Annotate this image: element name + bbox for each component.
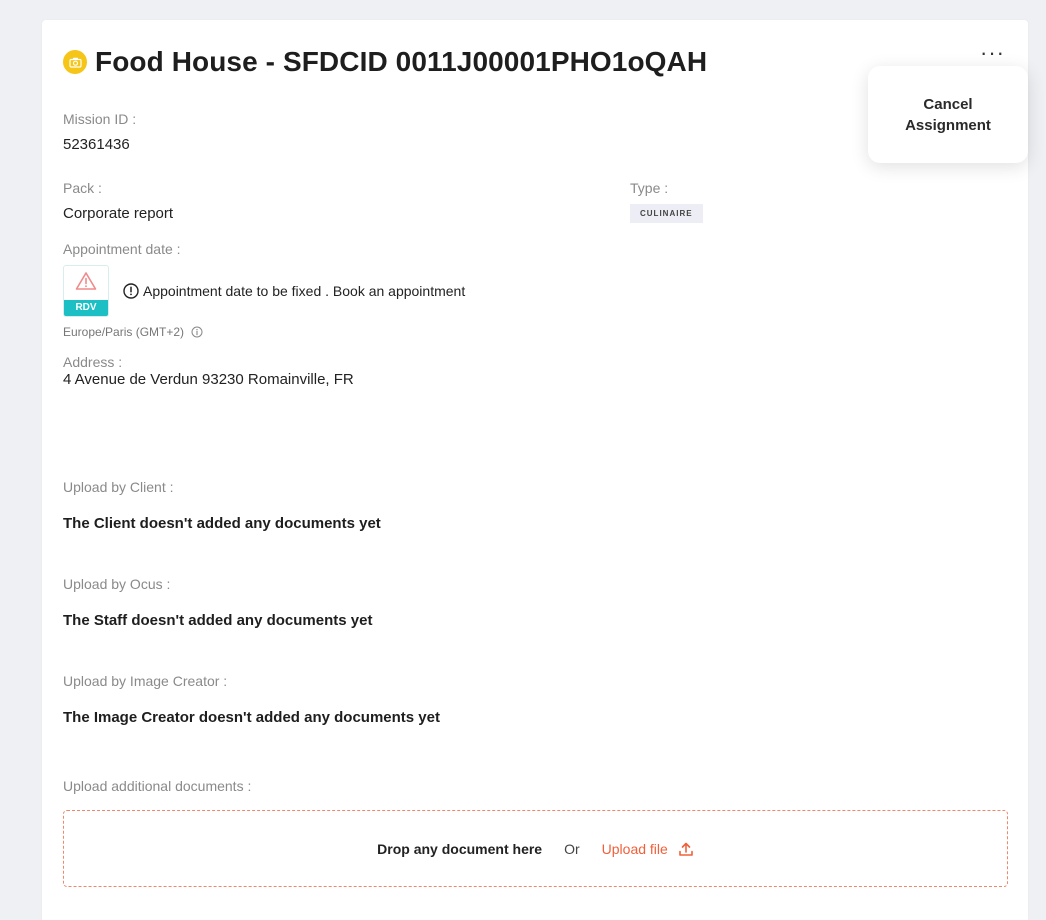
document-dropzone[interactable]: Drop any document here Or Upload file: [63, 810, 1008, 887]
upload-client-message: The Client doesn't added any documents y…: [63, 515, 381, 532]
more-options-icon[interactable]: ···: [980, 42, 1005, 64]
address-value: 4 Avenue de Verdun 93230 Romainville, FR: [63, 371, 354, 388]
appointment-label: Appointment date :: [63, 241, 181, 257]
warning-icon: [75, 272, 97, 290]
pack-label: Pack :: [63, 180, 102, 196]
page-title: Food House - SFDCID 0011J00001PHO1oQAH: [95, 46, 708, 77]
upload-file-link[interactable]: Upload file: [602, 841, 694, 857]
alert-circle-icon: [123, 283, 139, 299]
mission-id-value: 52361436: [63, 136, 130, 153]
upload-creator-message: The Image Creator doesn't added any docu…: [63, 709, 440, 726]
appointment-message-text: Appointment date to be fixed . Book an a…: [143, 283, 466, 299]
upload-ocus-label: Upload by Ocus :: [63, 576, 171, 592]
title-row: Food House - SFDCID 0011J00001PHO1oQAH: [63, 46, 707, 78]
pack-value: Corporate report: [63, 205, 174, 222]
rdv-calendar-button[interactable]: RDV: [63, 265, 109, 317]
type-label: Type :: [630, 180, 669, 196]
rdv-tag: RDV: [64, 300, 108, 316]
upload-ocus-message: The Staff doesn't added any documents ye…: [63, 612, 373, 629]
type-badge: CULINAIRE: [630, 204, 703, 223]
drop-text: Drop any document here: [377, 840, 543, 857]
upload-file-label: Upload file: [601, 840, 668, 857]
timezone-text: Europe/Paris (GMT+2): [63, 325, 185, 339]
actions-popover: Cancel Assignment: [868, 66, 1028, 163]
cancel-assignment-button[interactable]: Cancel Assignment: [898, 94, 998, 136]
upload-creator-label: Upload by Image Creator :: [63, 673, 228, 689]
address-label: Address :: [63, 354, 123, 370]
or-text: Or: [564, 840, 580, 857]
camera-icon: [63, 50, 87, 74]
info-icon[interactable]: [191, 326, 203, 338]
upload-icon: [679, 842, 693, 856]
timezone: Europe/Paris (GMT+2): [63, 325, 203, 339]
mission-id-label: Mission ID :: [63, 111, 137, 127]
appointment-message[interactable]: Appointment date to be fixed . Book an a…: [123, 283, 465, 299]
upload-additional-label: Upload additional documents :: [63, 778, 252, 794]
upload-client-label: Upload by Client :: [63, 479, 174, 495]
